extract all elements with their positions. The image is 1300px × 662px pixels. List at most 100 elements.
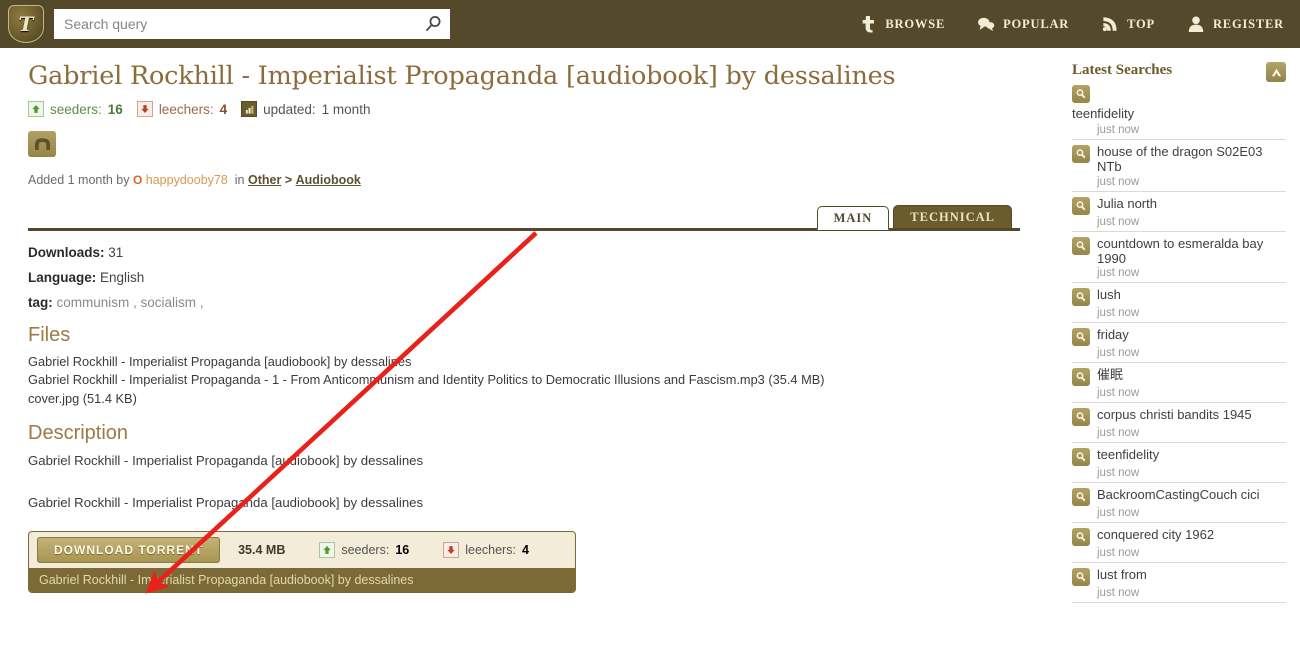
- added-by-line: Added 1 month by O happydooby78 in Other…: [28, 173, 1020, 187]
- search-item-query[interactable]: lush: [1097, 287, 1121, 302]
- user-marker-icon: O: [132, 173, 143, 188]
- download-seeders-value: 16: [395, 543, 410, 557]
- magnifier-icon: [1072, 196, 1090, 215]
- tab-bar: MAIN TECHNICAL: [28, 203, 1020, 231]
- seeders-value: 16: [107, 101, 123, 117]
- shield-logo-icon: T: [8, 5, 44, 43]
- search-item-query[interactable]: friday: [1097, 327, 1129, 342]
- nav-item-top[interactable]: TOP: [1101, 15, 1155, 33]
- user-person-icon: [1188, 16, 1204, 32]
- search-item-time: just now: [1097, 347, 1140, 360]
- updated-stat: updated: 1 month: [241, 101, 371, 118]
- search-item-time: just now: [1097, 387, 1140, 400]
- search-item-query[interactable]: BackroomCastingCouch cici: [1097, 487, 1260, 502]
- search-item-query[interactable]: house of the dragon S02E03 NTb: [1097, 144, 1286, 175]
- search-input[interactable]: [54, 9, 450, 39]
- breadcrumb-separator: >: [284, 173, 293, 188]
- language-value: English: [100, 270, 145, 286]
- magnifier-icon: [1072, 288, 1090, 307]
- downloads-value: 31: [108, 245, 124, 261]
- search-button[interactable]: [422, 14, 444, 36]
- search-item-row: house of the dragon S02E03 NTb: [1072, 144, 1286, 175]
- search-list-item[interactable]: friday just now: [1072, 323, 1286, 364]
- nav-item-register[interactable]: REGISTER: [1187, 15, 1284, 33]
- page-title: Gabriel Rockhill - Imperialist Propagand…: [28, 61, 896, 91]
- search-item-time: just now: [1097, 215, 1140, 228]
- in-word: in: [234, 173, 245, 188]
- search-icon: [425, 16, 441, 32]
- search-item-query[interactable]: teenfidelity: [1097, 447, 1159, 462]
- search-list-item[interactable]: 催眠 just now: [1072, 363, 1286, 404]
- search-item-query[interactable]: corpus christi bandits 1945: [1097, 407, 1252, 422]
- search-list-item[interactable]: lush just now: [1072, 283, 1286, 324]
- bar-chart-icon: [241, 101, 258, 118]
- search-list-item[interactable]: lust from just now: [1072, 563, 1286, 604]
- tab-content-main: Downloads: 31 Language: English tag: com…: [28, 231, 1020, 512]
- tag-label: tag:: [28, 295, 53, 311]
- search-item-query[interactable]: 催眠: [1097, 367, 1123, 382]
- search-item-row: lust from: [1072, 567, 1286, 587]
- updated-value: 1 month: [321, 101, 371, 117]
- tab-technical[interactable]: TECHNICAL: [893, 205, 1012, 230]
- search-list-item[interactable]: conquered city 1962 just now: [1072, 523, 1286, 564]
- search-item-query[interactable]: lust from: [1097, 567, 1147, 582]
- search-list-item[interactable]: countdown to esmeralda bay 1990 just now: [1072, 232, 1286, 284]
- search-list-item[interactable]: teenfidelity just now: [1072, 443, 1286, 484]
- download-leechers-label: leechers:: [465, 543, 516, 557]
- search-item-query[interactable]: countdown to esmeralda bay 1990: [1097, 236, 1286, 267]
- download-box-top: DOWNLOAD TORRENT 35.4 MB seeders: 16 lee…: [29, 532, 575, 568]
- main-navigation: BROWSE POPULAR TOP REGISTER: [859, 15, 1284, 33]
- tab-main[interactable]: MAIN: [816, 206, 890, 231]
- file-list-item: Gabriel Rockhill - Imperialist Propagand…: [28, 354, 412, 370]
- description-heading: Description: [28, 421, 129, 444]
- download-torrent-button-label: DOWNLOAD TORRENT: [54, 543, 204, 557]
- search-item-time: just now: [1097, 467, 1140, 480]
- torrent-stats-row: seeders: 16 leechers: 4 updated: 1 month: [28, 101, 1020, 118]
- nav-item-popular[interactable]: POPULAR: [977, 15, 1069, 33]
- uploader-username[interactable]: happydooby78: [146, 173, 228, 187]
- site-logo[interactable]: T: [8, 5, 44, 43]
- seeders-stat: seeders: 16: [28, 101, 123, 118]
- search-list-item[interactable]: BackroomCastingCouch cici just now: [1072, 483, 1286, 524]
- search-list-item[interactable]: Julia north just now: [1072, 192, 1286, 232]
- search-list-item[interactable]: corpus christi bandits 1945 just now: [1072, 403, 1286, 444]
- search-item-time: just now: [1097, 124, 1140, 136]
- arrow-up-icon: [28, 101, 44, 118]
- magnifier-icon: [1072, 568, 1090, 587]
- download-size: 35.4 MB: [238, 543, 286, 557]
- sidebar-collapse-button[interactable]: [1266, 62, 1286, 82]
- latest-searches-list: teenfidelity just now house of the dragon …: [1072, 82, 1286, 604]
- search-list-item[interactable]: teenfidelity just now: [1072, 82, 1286, 140]
- language-row: Language: English: [28, 270, 1020, 285]
- search-item-query[interactable]: conquered city 1962: [1097, 527, 1214, 542]
- arrow-down-icon: [443, 542, 460, 558]
- magnifier-icon: [1072, 368, 1090, 387]
- nav-item-browse[interactable]: BROWSE: [859, 15, 945, 33]
- search-item-time: just now: [1097, 267, 1140, 280]
- category-link[interactable]: Other: [248, 173, 281, 187]
- site-header: T BROWSE POPULAR: [0, 0, 1300, 48]
- tab-main-label: MAIN: [833, 210, 873, 225]
- search-list-item[interactable]: house of the dragon S02E03 NTb just now: [1072, 140, 1286, 192]
- leechers-value: 4: [219, 101, 228, 117]
- search-item-time: just now: [1097, 587, 1140, 600]
- rss-signal-icon: [1103, 17, 1117, 32]
- category-icon-wrapper[interactable]: [28, 131, 56, 158]
- download-torrent-button[interactable]: DOWNLOAD TORRENT: [37, 537, 221, 563]
- search-item-query[interactable]: Julia north: [1097, 196, 1157, 211]
- download-box: DOWNLOAD TORRENT 35.4 MB seeders: 16 lee…: [28, 531, 576, 593]
- magnifier-icon: [1072, 408, 1090, 427]
- subcategory-link[interactable]: Audiobook: [296, 173, 361, 187]
- sidebar-title: Latest Searches: [1072, 62, 1173, 78]
- download-leechers: leechers: 4: [443, 542, 529, 558]
- speech-bubbles-icon: [978, 17, 995, 32]
- search-item-query[interactable]: teenfidelity: [1072, 106, 1134, 121]
- files-heading: Files: [28, 324, 71, 347]
- search-item-row: countdown to esmeralda bay 1990: [1072, 236, 1286, 267]
- description-paragraph: Gabriel Rockhill - Imperialist Propagand…: [28, 494, 424, 510]
- tag-value[interactable]: communism , socialism ,: [57, 295, 204, 310]
- description-paragraph: Gabriel Rockhill - Imperialist Propagand…: [28, 452, 424, 468]
- file-list-item: cover.jpg (51.4 KB): [28, 390, 137, 406]
- tab-technical-label: TECHNICAL: [910, 210, 995, 225]
